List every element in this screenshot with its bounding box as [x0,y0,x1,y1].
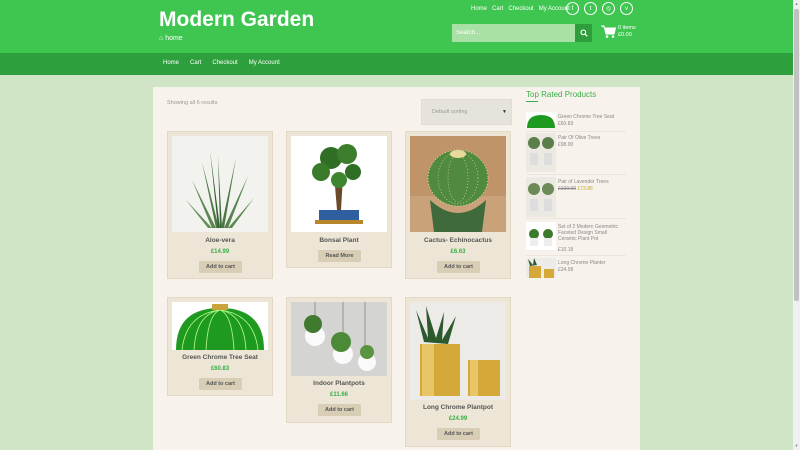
sidebar-product-name[interactable]: Green Chrome Tree Seat [558,114,624,120]
vimeo-icon[interactable]: v [620,2,633,15]
sidebar-product-price: £100.00 £73.86 [558,186,593,192]
sidebar-product-image[interactable] [526,133,556,172]
site-header: Modern Garden ⌂ home Home Cart Checkout … [0,0,793,53]
nav-item-checkout[interactable]: Checkout [212,60,237,66]
product-name[interactable]: Long Chrome Plantpot [406,404,510,411]
top-link-home[interactable]: Home [471,6,487,12]
search-icon [579,29,588,37]
product-image[interactable] [291,136,387,232]
sidebar-product[interactable]: Pair Of Olive Trees £98.00 [526,133,626,175]
product-name[interactable]: Cactus- Echinocactus [406,237,510,244]
add-to-cart-button[interactable]: Add to cart [318,404,361,416]
sidebar-product-name[interactable]: Pair of Lavender Trees [558,179,624,185]
sidebar-product-price: £10.18 [558,247,574,253]
chevron-down-icon: ▼ [502,109,507,115]
sidebar-title: Top Rated Products [526,90,597,99]
product-price: £11.66 [329,392,349,398]
sidebar-product-name[interactable]: Set of 2 Modern Geometric Faceted Design… [558,224,624,242]
site-title[interactable]: Modern Garden [159,8,314,32]
scroll-down-icon[interactable]: ▼ [794,443,799,448]
site-tagline: ⌂ home [159,35,183,42]
sidebar-product-sale-price: £73.86 [577,186,593,192]
nav-item-home[interactable]: Home [163,60,179,66]
product-card[interactable]: Long Chrome Plantpot £24.99 Add to cart [405,297,511,447]
search-button[interactable] [575,24,592,42]
search-input[interactable] [452,24,575,42]
product-image[interactable] [172,302,268,350]
product-name[interactable]: Indoor Plantpots [287,380,391,387]
product-price: £60.83 [210,366,230,372]
social-links: f t ◎ v [566,2,633,15]
product-card[interactable]: Indoor Plantpots £11.66 Add to cart [286,297,392,423]
nav-item-my-account[interactable]: My Account [249,60,280,66]
add-to-cart-button[interactable]: Add to cart [199,261,242,273]
product-card[interactable]: Bonsai Plant Read More [286,131,392,268]
home-icon: ⌂ [159,35,164,42]
main-nav: Home Cart Checkout My Account [0,53,793,75]
read-more-button[interactable]: Read More [318,250,361,262]
scrollbar-thumb[interactable] [794,9,799,301]
facebook-icon[interactable]: f [566,2,579,15]
sidebar-product-price: £24.99 [558,267,574,273]
sidebar-product[interactable]: Green Chrome Tree Seat £60.83 [526,112,626,132]
scroll-up-icon[interactable]: ▲ [794,1,799,6]
sidebar-product-price: £60.83 [558,121,574,127]
add-to-cart-button[interactable]: Add to cart [437,261,480,273]
result-count: Showing all 6 results [167,100,218,106]
tagline-text: home [165,35,183,42]
product-image[interactable] [410,136,506,232]
cart-total: £0.00 [618,32,632,38]
cart-summary[interactable]: 0 items £0.00 [618,25,636,39]
product-image[interactable] [172,136,268,232]
cart-icon[interactable] [601,25,616,38]
product-image[interactable] [410,302,506,400]
sidebar-product-name[interactable]: Long Chrome Planter [558,260,624,266]
product-price: £24.99 [448,416,468,422]
top-link-cart[interactable]: Cart [492,6,503,12]
sidebar-product-price: £98.00 [558,142,574,148]
sidebar-product[interactable]: Pair of Lavender Trees £100.00 £73.86 [526,177,626,219]
sidebar-product[interactable]: Long Chrome Planter £24.99 [526,258,626,278]
sidebar-product-image[interactable] [526,258,556,278]
product-name[interactable]: Green Chrome Tree Seat [168,354,272,361]
add-to-cart-button[interactable]: Add to cart [437,428,480,440]
product-card[interactable]: Aloe-vera £14.99 Add to cart [167,131,273,279]
sidebar-product[interactable]: Set of 2 Modern Geometric Faceted Design… [526,222,626,256]
search-form [452,24,592,42]
sort-select[interactable]: Default sorting ▼ [421,99,512,125]
top-links: Home Cart Checkout My Account [471,6,570,12]
cart-count: 0 items [618,25,636,31]
sidebar-product-image[interactable] [526,177,556,217]
sidebar-product-image[interactable] [526,222,556,250]
page-scrollbar[interactable]: ▲ ▼ [793,0,800,450]
product-card[interactable]: Cactus- Echinocactus £6.63 Add to cart [405,131,511,279]
twitter-icon[interactable]: t [584,2,597,15]
product-image[interactable] [291,302,387,376]
top-link-checkout[interactable]: Checkout [508,6,533,12]
add-to-cart-button[interactable]: Add to cart [199,378,242,390]
instagram-icon[interactable]: ◎ [602,2,615,15]
product-card[interactable]: Green Chrome Tree Seat £60.83 Add to car… [167,297,273,396]
sidebar-product-old-price: £100.00 [558,186,577,192]
product-price: £6.63 [450,249,466,255]
nav-item-cart[interactable]: Cart [190,60,201,66]
sidebar-product-name[interactable]: Pair Of Olive Trees [558,135,624,141]
product-price: £14.99 [210,249,230,255]
product-name[interactable]: Aloe-vera [168,237,272,244]
sidebar-title-underline [526,101,538,102]
sort-label: Default sorting [432,109,468,115]
product-name[interactable]: Bonsai Plant [287,237,391,244]
sidebar-product-image[interactable] [526,112,556,128]
